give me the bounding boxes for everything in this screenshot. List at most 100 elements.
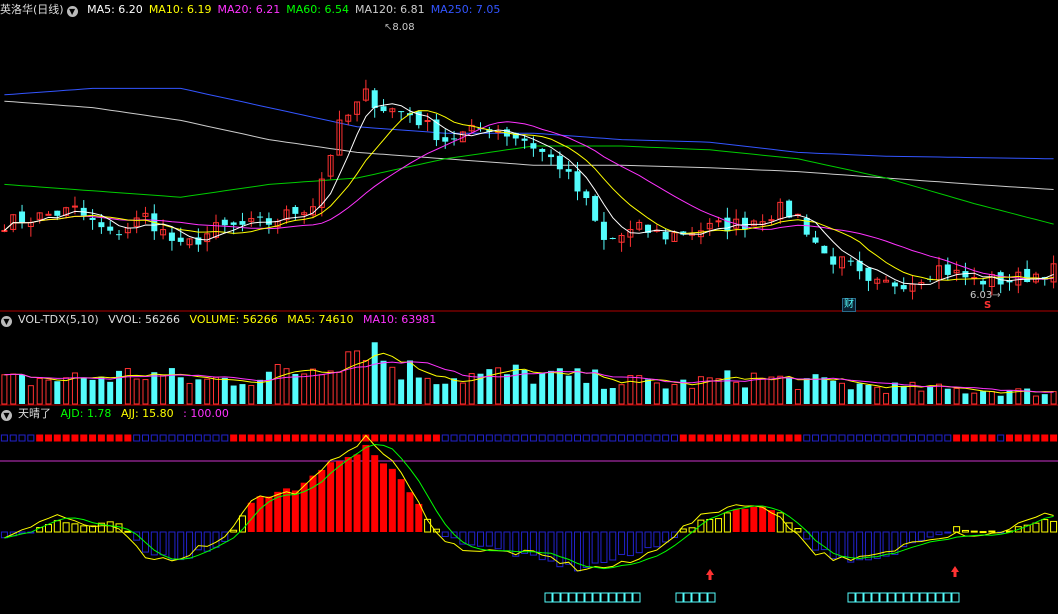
volume-bar <box>63 377 70 405</box>
oscillator-bar <box>944 531 952 534</box>
oscillator-bar <box>988 530 996 533</box>
volume-bar <box>151 372 158 404</box>
candle <box>248 211 255 227</box>
volume-bar <box>891 382 898 404</box>
volume-bar <box>618 384 625 405</box>
ma-legend-item: MA20: 6.21 <box>217 3 281 16</box>
candle <box>309 198 316 219</box>
signal-square <box>406 434 414 442</box>
candle <box>777 198 784 224</box>
signal-square <box>1014 434 1022 442</box>
candle-body <box>865 267 872 281</box>
volume-bar <box>583 382 590 404</box>
signal-square <box>591 434 599 442</box>
signal-square <box>697 434 705 442</box>
volume-bar <box>124 368 131 405</box>
signal-box <box>935 592 944 603</box>
oscillator-bar <box>380 463 388 532</box>
oscillator-bar <box>856 531 864 561</box>
volume-bar <box>468 373 475 405</box>
stock-chart-canvas[interactable] <box>0 0 1058 614</box>
signal-square <box>344 434 352 442</box>
stock-title[interactable]: 英洛华(日线) <box>0 3 64 16</box>
oscillator-bar <box>80 525 88 533</box>
oscillator-bar <box>953 526 961 533</box>
sell-signal-marker[interactable]: S <box>984 300 991 312</box>
candle-body <box>548 154 555 158</box>
signal-square <box>706 434 714 442</box>
volume-bar <box>530 383 537 404</box>
volume-bar <box>953 387 960 405</box>
oscillator-bar <box>485 531 493 547</box>
candle <box>168 227 175 251</box>
indicator-menu-chevron-icon[interactable]: ▼ <box>1 410 12 421</box>
price-panel[interactable] <box>1 79 1057 300</box>
signal-box <box>691 592 700 603</box>
indicator-panel[interactable] <box>0 434 1058 603</box>
volume-bar <box>54 381 61 404</box>
oscillator-bar <box>512 531 520 557</box>
candle <box>724 207 731 240</box>
signal-square <box>36 434 44 442</box>
volume-indicator-title[interactable]: VOL-TDX(5,10) <box>18 313 99 326</box>
level-value: : 100.00 <box>183 407 229 420</box>
candle <box>935 256 942 290</box>
oscillator-bar <box>256 496 264 532</box>
volume-bar <box>451 378 458 404</box>
signal-box <box>903 592 912 603</box>
candle-body <box>530 143 537 149</box>
signal-square <box>230 434 238 442</box>
signal-square <box>274 434 282 442</box>
signal-box <box>911 592 920 603</box>
signal-square <box>670 434 678 442</box>
panel-menu-chevron-icon[interactable]: ▼ <box>66 6 78 17</box>
volume-bar <box>301 373 308 405</box>
candle <box>230 221 237 235</box>
volume-bar <box>10 373 17 405</box>
oscillator-bar <box>609 531 617 561</box>
oscillator-bar <box>706 518 714 533</box>
signal-box <box>951 592 960 603</box>
signal-square <box>803 434 811 442</box>
signal-box <box>895 592 904 603</box>
volume-bar <box>697 376 704 405</box>
indicator-panel-header: ▼ 天晴了 AJD: 1.78 AJJ: 15.80 : 100.00 <box>0 406 235 422</box>
signal-square <box>679 434 687 442</box>
signal-square <box>582 434 590 442</box>
oscillator-bar <box>397 479 405 532</box>
volume-bar <box>759 377 766 405</box>
volume-ma10-value: MA10: 63981 <box>363 313 437 326</box>
signal-square <box>318 434 326 442</box>
volume-menu-chevron-icon[interactable]: ▼ <box>1 316 12 327</box>
oscillator-bar <box>626 531 634 557</box>
signal-square <box>477 434 485 442</box>
volume-bar <box>168 368 175 404</box>
oscillator-bar <box>371 455 379 532</box>
candle-body <box>371 90 378 108</box>
volume-bar <box>503 374 510 404</box>
volume-bar <box>354 350 361 405</box>
volume-bar <box>935 383 942 405</box>
signal-square <box>106 434 114 442</box>
signal-square <box>979 434 987 442</box>
oscillator-bar <box>829 531 837 560</box>
volume-bar <box>750 372 757 405</box>
indicator-title[interactable]: 天晴了 <box>18 407 51 420</box>
oscillator-bar <box>230 529 238 533</box>
candle-body <box>221 219 228 226</box>
volume-bar <box>847 389 854 404</box>
volume-panel[interactable] <box>1 342 1057 405</box>
volume-bar <box>177 377 184 404</box>
signal-square <box>459 434 467 442</box>
volume-bar <box>415 377 422 404</box>
candle <box>592 194 599 223</box>
finance-marker[interactable]: 财 <box>842 298 856 312</box>
signal-square <box>759 434 767 442</box>
volume-bar <box>433 384 440 404</box>
candle-body <box>424 120 431 123</box>
volume-bar <box>742 387 749 404</box>
signal-square <box>521 434 529 442</box>
candle-body <box>292 207 299 214</box>
oscillator-bar <box>917 531 925 541</box>
candle <box>433 113 440 147</box>
